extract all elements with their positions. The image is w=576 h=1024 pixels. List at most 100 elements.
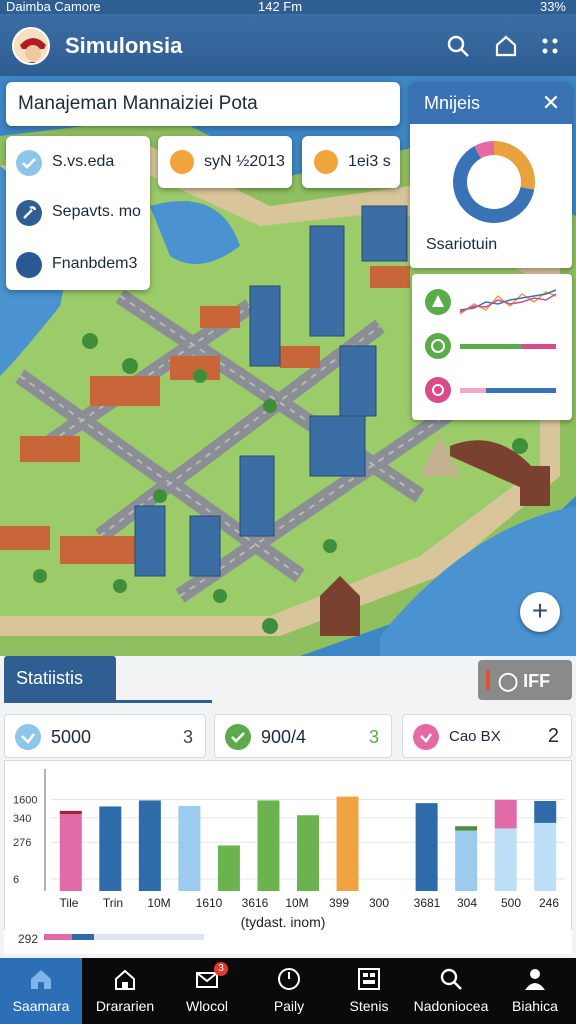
nav-item-wlocol[interactable]: 3 Wlocol [166, 958, 248, 1024]
check-icon [225, 724, 251, 750]
home-icon[interactable] [492, 32, 520, 60]
status-bar: Daimba Camore 142 Fm 33% [0, 0, 576, 14]
legend-panel: S.vs.eda Sepavts. mo Fnanbdem3 [6, 136, 150, 290]
donut-slice [474, 141, 495, 159]
bar-segment [455, 826, 478, 831]
footer-value: 292 [18, 932, 39, 946]
x-tick-label: 10M [285, 896, 308, 910]
bar [494, 828, 517, 891]
nav-label: Stenis [349, 998, 389, 1014]
bar [59, 814, 82, 891]
clock-label: 142 Fm [258, 0, 303, 14]
resource-chip[interactable]: syN ½2013 [158, 136, 292, 188]
nav-label: Biahica [512, 998, 558, 1014]
donut-slice [493, 141, 535, 190]
bar-chart: 1600 340 276 6 Tile Trin 10M 1610 3616 10M 399 300 3… [4, 760, 572, 936]
x-tick-label: 500 [501, 896, 521, 910]
check-icon [413, 724, 439, 750]
donut-chart [453, 141, 535, 223]
x-tick-label: Tile [60, 896, 79, 910]
kpi-card[interactable]: 5000 3 [4, 714, 206, 758]
x-tick-label: 10M [147, 896, 170, 910]
bar [297, 815, 319, 891]
nav-label: Paily [273, 998, 305, 1014]
bar [138, 800, 161, 891]
chip-label: 1ei3 s [348, 153, 391, 170]
nav-item-biahica[interactable]: Biahica [494, 958, 576, 1024]
close-icon[interactable]: ✕ [536, 88, 566, 118]
toggle-label: ◯ IFF [498, 671, 551, 691]
bar-segment [534, 800, 557, 823]
circle-icon [16, 252, 42, 278]
nav-label: Saamara [12, 998, 70, 1014]
search-icon [440, 968, 462, 990]
x-tick-label: 3681 [414, 896, 441, 910]
map-title: Manajeman Mannaiziei Pota [18, 93, 258, 114]
trend-line [459, 293, 557, 313]
legend-label: Fnanbdem3 [52, 255, 138, 272]
kpi-count: 2 [547, 725, 559, 747]
kpi-value: 900/4 [261, 727, 307, 747]
nav-label: Drararien [95, 998, 155, 1014]
legend-label: Sepavts. mo [52, 203, 141, 220]
carrier-label: Daimba Camore [6, 0, 101, 14]
add-button[interactable]: + [520, 592, 560, 632]
resource-chip[interactable]: 1ei3 s [302, 136, 400, 188]
bar-chart-plot: 1600 340 276 6 Tile Trin 10M 1610 3616 10M 399 300 3… [13, 769, 565, 930]
footer-summary: 292 [4, 930, 572, 954]
bar [257, 800, 280, 891]
clock-icon [278, 968, 300, 990]
y-tick-label: 1600 [13, 795, 37, 807]
bar [217, 845, 240, 891]
x-tick-label: 300 [369, 896, 389, 910]
bar [99, 806, 122, 891]
donut-caption: Ssariotuin [426, 236, 498, 253]
metrics-panel-title: Mnijeis [424, 93, 481, 113]
person-icon [525, 969, 545, 990]
check-icon [15, 724, 41, 750]
metrics-panel: Mnijeis ✕ Ssariotuin [410, 82, 572, 268]
nav-item-drararien[interactable]: Drararien [84, 958, 166, 1024]
wrench-icon [16, 200, 42, 226]
search-icon[interactable] [444, 32, 472, 60]
kpi-count: 3 [182, 727, 193, 747]
metrics-panel-header: Mnijeis ✕ [410, 82, 572, 124]
house-icon [115, 969, 135, 990]
nav-item-saamara[interactable]: Saamara [0, 958, 82, 1024]
y-tick-label: 340 [13, 813, 31, 825]
grid-icon [358, 968, 380, 990]
nav-item-stenis[interactable]: Stenis [328, 958, 410, 1024]
nav-item-nadoniocea[interactable]: Nadoniocea [410, 958, 492, 1024]
tab-statistics[interactable]: Statiistis [4, 656, 116, 700]
bottom-nav: Saamara Drararien 3 Wlocol Paily Stenis … [0, 958, 576, 1024]
x-tick-label: 1610 [196, 896, 223, 910]
legend-label: S.vs.eda [52, 153, 115, 170]
coin-icon [170, 150, 194, 174]
check-icon [16, 150, 42, 176]
bar [455, 830, 478, 891]
kpi-count: 3 [368, 727, 379, 747]
toggle-button[interactable]: ◯ IFF [478, 660, 572, 700]
nav-item-paily[interactable]: Paily [248, 958, 330, 1024]
more-icon[interactable] [536, 32, 564, 60]
bar-segment [59, 810, 82, 815]
app-bar: Simulonsia [0, 14, 576, 76]
avatar[interactable] [12, 27, 50, 65]
bar [534, 822, 557, 891]
tab-underline [4, 700, 212, 703]
map-title-banner: Manajeman Mannaiziei Pota [6, 82, 400, 126]
bar [336, 796, 359, 891]
gear-icon [425, 377, 451, 403]
kpi-value: Cao BX [449, 728, 501, 745]
bar-segment [494, 799, 517, 829]
kpi-card[interactable]: Cao BX 2 [402, 714, 572, 758]
star-icon [314, 150, 338, 174]
kpi-card[interactable]: 900/4 3 [214, 714, 392, 758]
home-icon [31, 970, 51, 989]
statistics-section: Statiistis ◯ IFF 5000 3 900/4 3 Cao BX 2… [0, 656, 576, 958]
battery-label: 33% [539, 0, 566, 14]
trend-panel [412, 274, 572, 420]
bar [178, 805, 201, 891]
x-tick-label: Trin [103, 896, 123, 910]
x-axis-label: (tydast. inom) [241, 914, 326, 930]
